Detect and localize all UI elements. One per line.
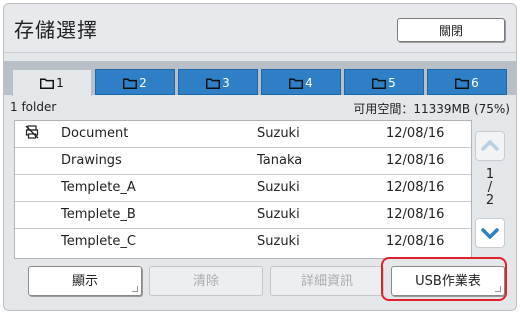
folder-icon (40, 76, 56, 90)
tab-label: 5 (388, 76, 396, 90)
tab-label: 3 (222, 76, 230, 90)
folder-icon (455, 76, 471, 90)
tab-folder-1[interactable]: 1 (12, 69, 92, 96)
file-list: Document Suzuki 12/08/16 Drawings Tanaka… (14, 120, 472, 259)
scroll-controls: 1 / 2 (474, 120, 506, 257)
scroll-up-button[interactable] (475, 131, 505, 161)
info-bar: 1 folder 可用空間：11339MB (75%) (4, 97, 516, 119)
file-name: Templete_B (61, 207, 136, 222)
list-item[interactable]: Document Suzuki 12/08/16 (15, 121, 471, 148)
free-space: 可用空間：11339MB (75%) (353, 102, 510, 116)
folder-icon (289, 76, 305, 90)
file-name: Templete_C (61, 234, 136, 249)
tab-folder-4[interactable]: 4 (261, 69, 341, 95)
list-item[interactable]: Drawings Tanaka 12/08/16 (15, 148, 471, 175)
usb-jobs-highlight (381, 257, 507, 301)
list-item[interactable]: Templete_B Suzuki 12/08/16 (15, 202, 471, 229)
folder-icon (372, 76, 388, 90)
chevron-down-icon (481, 228, 499, 239)
file-date: 12/08/16 (386, 126, 445, 141)
tab-folder-5[interactable]: 5 (344, 69, 424, 95)
page-total: 2 (485, 193, 495, 208)
details-button: 詳細資訊 (270, 266, 384, 296)
file-owner: Tanaka (257, 153, 303, 168)
tab-label: 2 (139, 76, 147, 90)
file-name: Drawings (61, 153, 122, 168)
list-item[interactable]: Templete_C Suzuki 12/08/16 (15, 229, 471, 256)
title-bar: 存儲選擇 關閉 (4, 4, 516, 53)
scroll-down-button[interactable] (475, 218, 505, 248)
tab-folder-3[interactable]: 3 (178, 69, 258, 95)
file-name: Templete_A (61, 180, 136, 195)
file-owner: Suzuki (257, 180, 300, 195)
tab-label: 1 (56, 76, 64, 90)
clear-button: 清除 (149, 266, 263, 296)
file-owner: Suzuki (257, 126, 300, 141)
list-item[interactable]: Templete_A Suzuki 12/08/16 (15, 175, 471, 202)
tab-label: 6 (471, 76, 479, 90)
file-date: 12/08/16 (386, 207, 445, 222)
file-date: 12/08/16 (386, 180, 445, 195)
folder-count: 1 folder (10, 100, 57, 114)
clear-label: 清除 (192, 274, 219, 289)
no-printer-icon (25, 125, 39, 143)
chevron-up-icon (481, 140, 499, 151)
show-label: 顯示 (71, 274, 98, 289)
file-owner: Suzuki (257, 207, 300, 222)
folder-icon (123, 76, 139, 90)
tab-folder-6[interactable]: 6 (427, 69, 507, 95)
file-date: 12/08/16 (386, 153, 445, 168)
file-name: Document (61, 126, 129, 141)
tab-folder-2[interactable]: 2 (95, 69, 175, 95)
file-owner: Suzuki (257, 234, 300, 249)
tab-label: 4 (305, 76, 313, 90)
dialog-title: 存儲選擇 (14, 18, 98, 42)
folder-tab-strip: 1 2 3 4 5 6 (4, 61, 516, 96)
file-date: 12/08/16 (386, 234, 445, 249)
show-button[interactable]: 顯示 (28, 266, 142, 296)
close-button[interactable]: 關閉 (397, 18, 505, 42)
folder-icon (206, 76, 222, 90)
details-label: 詳細資訊 (300, 274, 353, 289)
